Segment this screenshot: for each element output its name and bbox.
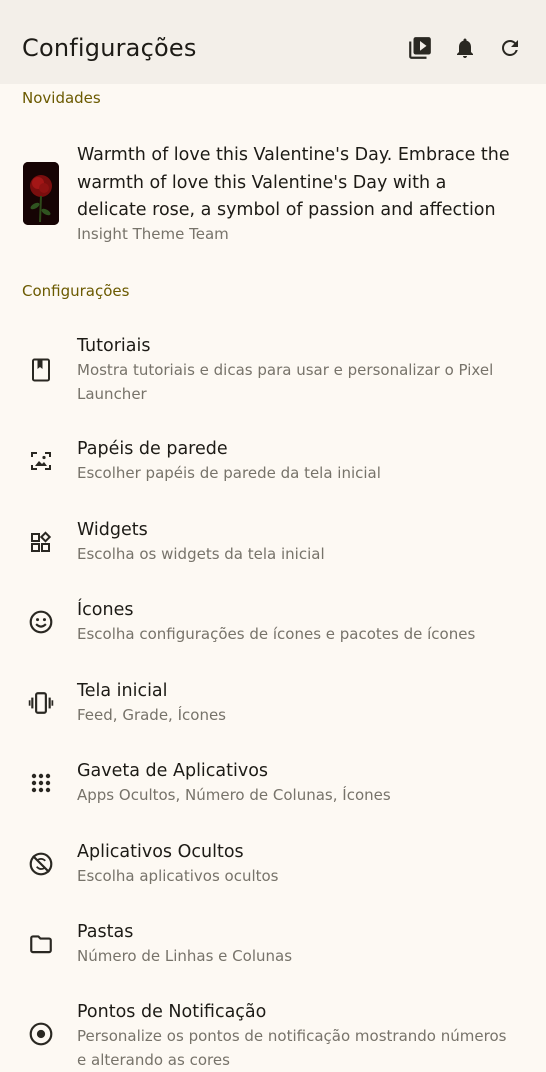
item-subtitle: Feed, Grade, Ícones (77, 706, 226, 724)
top-app-bar: Configurações (0, 0, 546, 84)
wallpaper-icon (27, 447, 55, 475)
item-title: Pontos de Notificação (77, 1002, 267, 1022)
news-card[interactable]: Warmth of love this Valentine's Day. Emb… (0, 140, 546, 250)
section-label-settings: Configurações (22, 282, 130, 300)
item-title: Ícones (77, 600, 134, 620)
settings-item-icons[interactable]: Ícones Escolha configurações de ícones e… (0, 598, 546, 658)
widgets-icon (27, 528, 55, 556)
book-icon (27, 356, 55, 384)
item-subtitle: Apps Ocultos, Número de Colunas, Ícones (77, 786, 391, 804)
item-subtitle: Número de Linhas e Colunas (77, 947, 293, 965)
item-subtitle: Escolha configurações de ícones e pacote… (77, 625, 476, 643)
item-title: Widgets (77, 520, 148, 540)
item-subtitle: Mostra tutoriais e dicas para usar e per… (77, 361, 494, 403)
settings-item-app-drawer[interactable]: Gaveta de Aplicativos Apps Ocultos, Núme… (0, 759, 546, 819)
item-subtitle: Escolha os widgets da tela inicial (77, 545, 325, 563)
settings-item-wallpapers[interactable]: Papéis de parede Escolher papéis de pare… (0, 437, 546, 497)
item-subtitle: Personalize os pontos de notificação mos… (77, 1027, 507, 1069)
notification-dot-icon (27, 1020, 55, 1048)
item-subtitle: Escolha aplicativos ocultos (77, 867, 279, 885)
news-author: Insight Theme Team (77, 225, 229, 243)
item-title: Papéis de parede (77, 439, 228, 459)
item-subtitle: Escolher papéis de parede da tela inicia… (77, 464, 381, 482)
app-grid-icon (27, 769, 55, 797)
settings-item-tutorials[interactable]: Tutoriais Mostra tutoriais e dicas para … (0, 334, 546, 414)
settings-item-notification-dots[interactable]: Pontos de Notificação Personalize os pon… (0, 1000, 546, 1069)
settings-item-home-screen[interactable]: Tela inicial Feed, Grade, Ícones (0, 679, 546, 739)
rose-thumbnail (23, 162, 59, 225)
bell-icon[interactable] (451, 34, 479, 62)
item-title: Aplicativos Ocultos (77, 842, 244, 862)
play-library-icon[interactable] (406, 34, 434, 62)
smiley-icon (27, 608, 55, 636)
hidden-apps-icon (27, 850, 55, 878)
settings-item-folders[interactable]: Pastas Número de Linhas e Colunas (0, 920, 546, 980)
item-title: Tutoriais (77, 336, 151, 356)
home-screen-icon (27, 689, 55, 717)
news-title: Warmth of love this Valentine's Day. Emb… (77, 145, 510, 220)
settings-item-hidden-apps[interactable]: Aplicativos Ocultos Escolha aplicativos … (0, 840, 546, 900)
item-title: Tela inicial (77, 681, 168, 701)
item-title: Gaveta de Aplicativos (77, 761, 269, 781)
section-label-news: Novidades (22, 89, 101, 107)
refresh-icon[interactable] (496, 34, 524, 62)
settings-item-widgets[interactable]: Widgets Escolha os widgets da tela inici… (0, 518, 546, 578)
folder-icon (27, 930, 55, 958)
item-title: Pastas (77, 922, 134, 942)
page-title: Configurações (22, 34, 197, 62)
